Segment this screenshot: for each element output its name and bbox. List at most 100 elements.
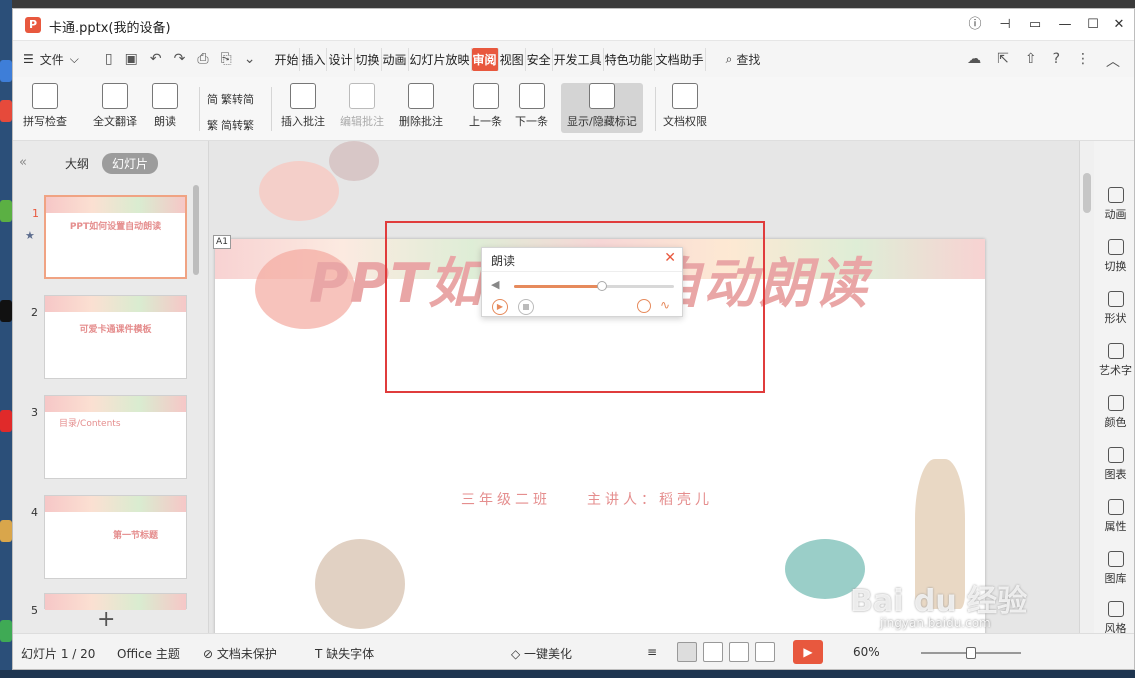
tab-outline[interactable]: 大纲 (65, 155, 89, 172)
vertical-scrollbar[interactable] (1080, 141, 1094, 633)
insert-comment-button[interactable]: 插入批注 (281, 83, 325, 129)
tab-security[interactable]: 安全 (526, 47, 553, 71)
pane-properties[interactable]: 属性 (1094, 499, 1134, 534)
normal-view-icon[interactable] (677, 642, 697, 662)
share-icon[interactable]: ⇱ (997, 51, 1009, 71)
speed-icon[interactable] (637, 299, 651, 313)
new-doc-icon[interactable]: ▯ (105, 51, 113, 67)
tab-view[interactable]: 视图 (499, 47, 526, 71)
collab-icon[interactable]: ⇧ (1025, 51, 1037, 71)
beautify-button[interactable]: ◇ 一键美化 (511, 645, 572, 662)
presenter-view-icon[interactable] (755, 642, 775, 662)
status-bar: 幻灯片 1 / 20 Office 主题 ⊘ 文档未保护 T 缺失字体 ◇ 一键… (13, 633, 1134, 669)
undo-icon[interactable]: ↶ (150, 51, 162, 67)
slide-thumbnail[interactable]: 5 (31, 593, 187, 617)
missing-font[interactable]: T 缺失字体 (315, 645, 374, 662)
pane-gallery[interactable]: 图库 (1094, 551, 1134, 586)
slide-thumbnail[interactable]: 4 第一节标题 (31, 495, 187, 579)
notes-toggle-icon[interactable]: ≡ (647, 645, 657, 659)
pin-icon[interactable]: ⊣ (994, 15, 1016, 35)
zoom-slider[interactable] (921, 647, 1021, 659)
voice-wave-icon[interactable]: ∿ (660, 298, 670, 312)
cloud-sync-icon[interactable]: ☁ (967, 51, 981, 71)
file-menu[interactable]: ☰ 文件 ⌵ (23, 51, 79, 68)
restore-layout-icon[interactable]: ▭ (1024, 15, 1046, 35)
stop-icon[interactable] (518, 299, 534, 315)
ribbon-separator (655, 87, 656, 131)
collapse-pane-icon[interactable]: « (19, 155, 27, 170)
prev-comment-button[interactable]: 上一条 (469, 83, 502, 129)
sorter-view-icon[interactable] (703, 642, 723, 662)
edit-comment-button[interactable]: 编辑批注 (340, 83, 384, 129)
pane-animation[interactable]: 动画 (1094, 187, 1134, 222)
pane-chart[interactable]: 图表 (1094, 447, 1134, 482)
close-button[interactable]: ✕ (1108, 15, 1130, 35)
ribbon-separator (199, 87, 200, 131)
tab-animation[interactable]: 动画 (382, 47, 409, 71)
simp-trad-icon: 繁 (207, 119, 218, 132)
delete-comment-button[interactable]: 删除批注 (399, 83, 443, 129)
pane-style[interactable]: 风格 (1094, 601, 1134, 636)
add-slide-icon[interactable]: + (97, 607, 115, 632)
zoom-level[interactable]: 60% (853, 645, 880, 659)
tab-doc-assistant[interactable]: 文档助手 (655, 47, 706, 71)
pane-shape[interactable]: 形状 (1094, 291, 1134, 326)
pane-transition[interactable]: 切换 (1094, 239, 1134, 274)
save-icon[interactable]: ▣ (125, 51, 138, 67)
tab-insert[interactable]: 插入 (300, 47, 328, 71)
search-tab[interactable]: ⌕ 查找 (726, 51, 761, 68)
redo-icon[interactable]: ↷ (174, 51, 186, 67)
theme-name[interactable]: Office 主题 (117, 645, 180, 662)
collapse-ribbon-icon[interactable]: ︿ (1106, 51, 1120, 71)
scrollbar-thumb[interactable] (1083, 173, 1091, 213)
tab-features[interactable]: 特色功能 (604, 47, 655, 71)
thumbnail-scrollbar[interactable] (193, 185, 199, 275)
close-icon[interactable]: ✕ (664, 250, 676, 266)
minimize-button[interactable]: — (1054, 15, 1076, 35)
print-icon[interactable]: ⎙ (197, 51, 208, 67)
chevron-down-icon: ⌵ (69, 51, 79, 66)
spell-check-button[interactable]: 拼写检查 (23, 83, 67, 129)
play-icon[interactable]: ▶ (492, 299, 508, 315)
slide-thumbnail[interactable]: 2 可爱卡通课件模板 (31, 295, 187, 379)
tab-review[interactable]: 审阅 (471, 47, 499, 71)
slide-subtitle[interactable]: 三年级二班 主讲人：稻壳儿 (461, 489, 713, 509)
tab-transition[interactable]: 切换 (355, 47, 382, 71)
shield-icon: ⊘ (203, 647, 217, 661)
play-slideshow-button[interactable]: ▶ (793, 640, 823, 664)
thumbnail-number: 1 (32, 207, 39, 220)
read-aloud-button[interactable]: 朗读 (152, 83, 178, 129)
trad-to-simp-button[interactable]: 简 繁转简 (207, 91, 254, 107)
read-panel-title: 朗读 (491, 254, 516, 268)
maximize-button[interactable]: ☐ (1082, 15, 1104, 35)
translate-button[interactable]: 全文翻译 (93, 83, 137, 129)
tab-slideshow[interactable]: 幻灯片放映 (409, 47, 472, 71)
simp-to-trad-button[interactable]: 繁 简转繁 (207, 117, 254, 133)
more-icon[interactable]: ⋮ (1076, 51, 1090, 71)
protect-status[interactable]: ⊘ 文档未保护 (203, 645, 277, 662)
pane-color[interactable]: 颜色 (1094, 395, 1134, 430)
tab-home[interactable]: 开始 (273, 47, 301, 71)
show-hide-markup-button[interactable]: 显示/隐藏标记 (561, 83, 643, 133)
doc-permission-button[interactable]: 文档权限 (663, 83, 707, 129)
slide-thumbnail[interactable]: 3 目录/Contents (31, 395, 187, 479)
help-icon[interactable]: ? (1053, 51, 1060, 71)
qat-more-icon[interactable]: ⌄ (244, 51, 256, 67)
tab-design[interactable]: 设计 (327, 47, 355, 71)
slide-id-tag: A1 (213, 235, 231, 249)
tab-developer[interactable]: 开发工具 (553, 47, 604, 71)
document-title: 卡通.pptx(我的设备) (49, 21, 171, 36)
right-task-pane: 动画 切换 形状 艺术字 颜色 图表 属性 图库 风格 (1079, 141, 1134, 636)
next-comment-button[interactable]: 下一条 (515, 83, 548, 129)
reading-view-icon[interactable] (729, 642, 749, 662)
gallery-icon (1107, 551, 1124, 567)
volume-slider[interactable] (514, 281, 674, 291)
zoom-handle[interactable] (966, 647, 976, 659)
simp-trad-label: 简转繁 (221, 119, 254, 132)
volume-handle[interactable] (597, 281, 607, 291)
info-icon[interactable]: ⓘ (964, 15, 986, 35)
print-preview-icon[interactable]: ⎘ (221, 51, 232, 67)
slide-thumbnail[interactable]: 1 PPT如何设置自动朗读 (32, 195, 187, 279)
pane-wordart[interactable]: 艺术字 (1094, 343, 1134, 378)
tab-slides[interactable]: 幻灯片 (102, 153, 159, 174)
